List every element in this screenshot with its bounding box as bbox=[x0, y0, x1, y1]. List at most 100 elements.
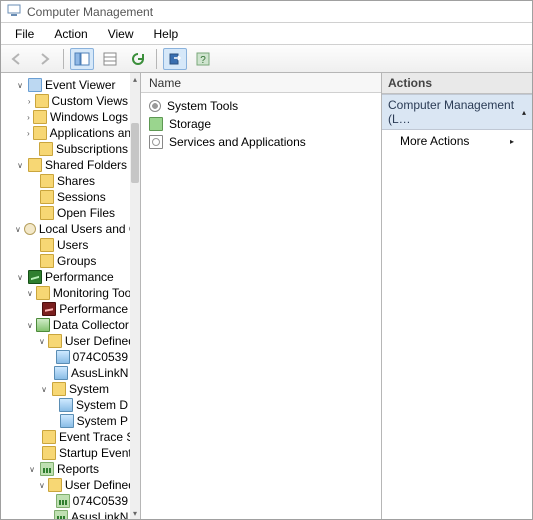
tree-item-user-defined[interactable]: ∨User Defined bbox=[3, 333, 130, 349]
properties-button[interactable] bbox=[98, 48, 122, 70]
export-list-icon bbox=[168, 52, 182, 66]
list-body: System Tools Storage Services and Applic… bbox=[141, 93, 381, 155]
tree-pane: ∨Event Viewer ›Custom Views ›Windows Log… bbox=[1, 73, 141, 519]
tree-item-applications-and[interactable]: ›Applications and bbox=[3, 125, 130, 141]
folder-icon bbox=[35, 94, 49, 108]
help-button[interactable]: ? bbox=[191, 48, 215, 70]
console-tree[interactable]: ∨Event Viewer ›Custom Views ›Windows Log… bbox=[1, 73, 130, 519]
users-icon bbox=[24, 223, 36, 235]
dataset-icon bbox=[54, 366, 68, 380]
scroll-down-icon[interactable]: ▾ bbox=[130, 507, 140, 519]
services-apps-icon bbox=[149, 135, 163, 149]
list-item-label: System Tools bbox=[167, 99, 238, 113]
list-item-storage[interactable]: Storage bbox=[145, 115, 377, 133]
tree-item-groups[interactable]: Groups bbox=[3, 253, 130, 269]
separator bbox=[63, 49, 64, 69]
help-icon: ? bbox=[196, 52, 210, 66]
tree-item-report-074c0539[interactable]: 074C0539 bbox=[3, 493, 130, 509]
tree-item-system[interactable]: ∨System bbox=[3, 381, 130, 397]
submenu-arrow-icon: ▸ bbox=[510, 137, 514, 146]
tree-item-open-files[interactable]: Open Files bbox=[3, 205, 130, 221]
menu-file[interactable]: File bbox=[5, 25, 44, 43]
tree-item-monitoring-tools[interactable]: ∨Monitoring Tool bbox=[3, 285, 130, 301]
actions-context-label: Computer Management (L… bbox=[388, 98, 522, 126]
list-item-system-tools[interactable]: System Tools bbox=[145, 97, 377, 115]
folder-icon bbox=[40, 206, 54, 220]
scroll-up-icon[interactable]: ▴ bbox=[130, 73, 140, 85]
tree-item-subscriptions[interactable]: Subscriptions bbox=[3, 141, 130, 157]
tree-item-windows-logs[interactable]: ›Windows Logs bbox=[3, 109, 130, 125]
properties-pane-icon bbox=[103, 52, 117, 66]
actions-context[interactable]: Computer Management (L… ▴ bbox=[382, 94, 532, 130]
tree-item-performance-monitor[interactable]: Performance bbox=[3, 301, 130, 317]
tree-item-users[interactable]: Users bbox=[3, 237, 130, 253]
actions-pane: Actions Computer Management (L… ▴ More A… bbox=[382, 73, 532, 519]
toolbar: ? bbox=[1, 45, 532, 73]
menu-action[interactable]: Action bbox=[44, 25, 97, 43]
actions-more[interactable]: More Actions ▸ bbox=[382, 130, 532, 152]
list-header-name[interactable]: Name bbox=[141, 73, 381, 93]
tree-item-event-viewer[interactable]: ∨Event Viewer bbox=[3, 77, 130, 93]
event-viewer-icon bbox=[28, 78, 42, 92]
folder-icon bbox=[42, 430, 56, 444]
forward-arrow-icon bbox=[38, 53, 52, 65]
actions-header: Actions bbox=[382, 73, 532, 94]
tree-icon bbox=[74, 52, 90, 66]
refresh-icon bbox=[131, 52, 145, 66]
folder-icon bbox=[52, 382, 66, 396]
content-area: ∨Event Viewer ›Custom Views ›Windows Log… bbox=[1, 73, 532, 519]
folder-icon bbox=[48, 334, 62, 348]
list-item-label: Services and Applications bbox=[169, 135, 306, 149]
menu-help[interactable]: Help bbox=[144, 25, 189, 43]
folder-icon bbox=[40, 238, 54, 252]
reports-icon bbox=[40, 462, 54, 476]
tree-item-event-trace[interactable]: Event Trace S bbox=[3, 429, 130, 445]
tree-scrollbar[interactable]: ▴ ▾ bbox=[130, 73, 140, 519]
dataset-icon bbox=[60, 414, 74, 428]
svg-text:?: ? bbox=[200, 55, 206, 66]
back-button[interactable] bbox=[5, 48, 29, 70]
tree-item-shares[interactable]: Shares bbox=[3, 173, 130, 189]
folder-icon bbox=[40, 190, 54, 204]
tree-item-dataset-074c0539[interactable]: 074C0539 bbox=[3, 349, 130, 365]
tree-item-system-d[interactable]: System D bbox=[3, 397, 130, 413]
tree-item-data-collector-sets[interactable]: ∨Data Collector Se bbox=[3, 317, 130, 333]
tree-item-shared-folders[interactable]: ∨Shared Folders bbox=[3, 157, 130, 173]
export-list-button[interactable] bbox=[163, 48, 187, 70]
title-bar[interactable]: Computer Management bbox=[1, 1, 532, 23]
dataset-icon bbox=[59, 398, 73, 412]
report-icon bbox=[56, 494, 70, 508]
app-icon bbox=[7, 3, 21, 20]
tree-item-local-users-groups[interactable]: ∨Local Users and Grou bbox=[3, 221, 130, 237]
tree-item-custom-views[interactable]: ›Custom Views bbox=[3, 93, 130, 109]
tree-item-dataset-asuslink[interactable]: AsusLinkN bbox=[3, 365, 130, 381]
back-arrow-icon bbox=[10, 53, 24, 65]
tree-item-reports-user-defined[interactable]: ∨User Defined bbox=[3, 477, 130, 493]
collapse-up-icon: ▴ bbox=[522, 108, 526, 117]
show-hide-tree-button[interactable] bbox=[70, 48, 94, 70]
tree-item-sessions[interactable]: Sessions bbox=[3, 189, 130, 205]
perfmon-icon bbox=[42, 302, 56, 316]
tree-item-reports[interactable]: ∨Reports bbox=[3, 461, 130, 477]
tree-scroll[interactable]: ∨Event Viewer ›Custom Views ›Windows Log… bbox=[1, 73, 130, 519]
app-window: Computer Management File Action View Hel… bbox=[0, 0, 533, 520]
list-item-label: Storage bbox=[169, 117, 211, 131]
tree-item-performance[interactable]: ∨Performance bbox=[3, 269, 130, 285]
shared-folders-icon bbox=[28, 158, 42, 172]
folder-icon bbox=[33, 126, 47, 140]
tree-item-startup-event[interactable]: Startup Event bbox=[3, 445, 130, 461]
tree-item-report-asuslink[interactable]: AsusLinkN bbox=[3, 509, 130, 519]
forward-button[interactable] bbox=[33, 48, 57, 70]
menu-view[interactable]: View bbox=[98, 25, 144, 43]
tree-item-system-p[interactable]: System P bbox=[3, 413, 130, 429]
folder-icon bbox=[33, 110, 47, 124]
folder-icon bbox=[39, 142, 53, 156]
list-pane: Name System Tools Storage Services and A… bbox=[141, 73, 382, 519]
list-item-services-apps[interactable]: Services and Applications bbox=[145, 133, 377, 151]
actions-more-label: More Actions bbox=[400, 134, 469, 148]
scroll-thumb[interactable] bbox=[131, 123, 139, 183]
folder-icon bbox=[40, 174, 54, 188]
refresh-button[interactable] bbox=[126, 48, 150, 70]
menu-bar: File Action View Help bbox=[1, 23, 532, 45]
folder-icon bbox=[40, 254, 54, 268]
